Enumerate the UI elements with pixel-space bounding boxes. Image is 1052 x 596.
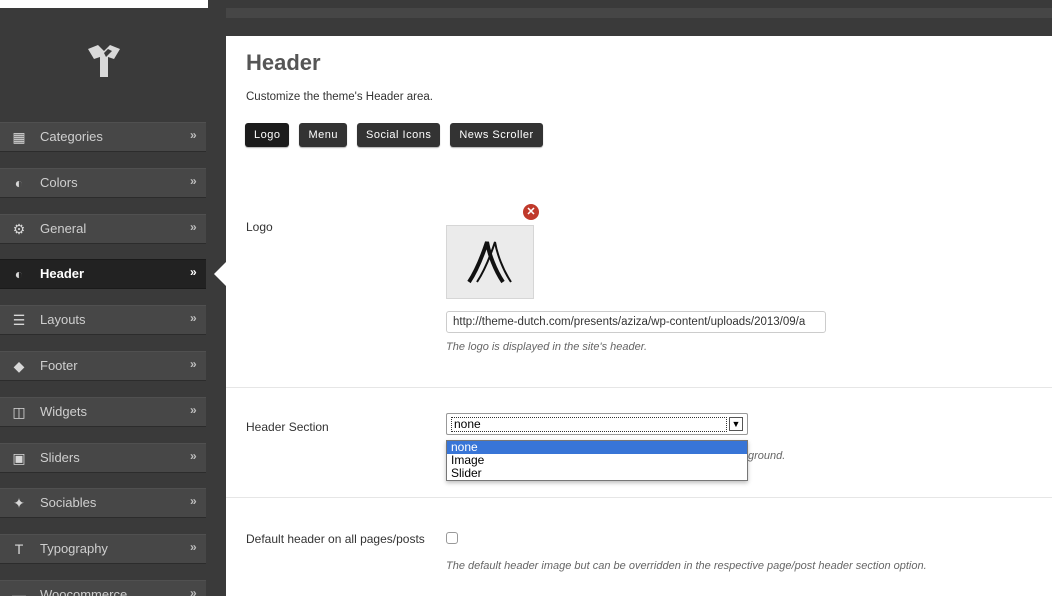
sidebar-item-label: Layouts	[40, 312, 86, 328]
divider	[226, 387, 1052, 388]
sidebar-item-label: Sociables	[40, 495, 97, 511]
logo-url-input[interactable]	[446, 311, 826, 333]
logo-image	[467, 241, 512, 284]
sidebar-item-bg	[0, 259, 206, 290]
sidebar-item-general[interactable]: ⚙ General »	[0, 208, 208, 254]
tab-social-icons[interactable]: Social Icons	[357, 123, 441, 147]
top-bar-edge	[208, 8, 1052, 18]
sidebar-item-colors[interactable]: ◐ Colors »	[0, 162, 208, 208]
sidebar-item-label: General	[40, 220, 87, 236]
sidebar-item-bg	[0, 167, 206, 198]
header-section-label: Header Section	[246, 420, 329, 434]
remove-logo-icon[interactable]: ✕	[523, 204, 539, 220]
sidebar-item-bg	[0, 350, 206, 381]
double-chevron-right-icon: »	[190, 356, 197, 371]
tag-icon: ◆	[13, 357, 25, 374]
double-chevron-right-icon: »	[190, 173, 197, 188]
page-description: Customize the theme's Header area.	[246, 91, 433, 103]
text-icon: T	[14, 541, 24, 558]
tab-logo[interactable]: Logo	[245, 123, 290, 147]
theme-logo	[0, 8, 208, 116]
header-section-hint: ground.	[748, 450, 786, 462]
sidebar-item-header[interactable]: ◐ Header »	[0, 253, 208, 299]
sidebar-item-footer[interactable]: ◆ Footer »	[0, 345, 208, 391]
top-bar	[208, 0, 1052, 36]
page-title: Header	[246, 50, 321, 75]
sidebar-item-bg	[0, 122, 206, 152]
sidebar-item-label: Sliders	[40, 449, 80, 465]
header-section-select[interactable]: none ▼	[446, 413, 748, 435]
chevron-down-icon[interactable]: ▼	[729, 417, 743, 431]
dropdown-option-none[interactable]: none	[447, 441, 747, 454]
sidebar-item-categories[interactable]: ▦ Categories »	[0, 116, 208, 162]
list-icon: ☰	[12, 312, 26, 329]
settings-panel: Header Customize the theme's Header area…	[226, 36, 1052, 596]
double-chevron-right-icon: »	[190, 540, 197, 555]
default-header-label: Default header on all pages/posts	[246, 532, 425, 546]
sidebar-item-label: Typography	[40, 541, 108, 557]
columns-icon: ◫	[12, 403, 26, 420]
logo-preview	[446, 225, 534, 299]
gutter	[208, 0, 226, 596]
double-chevron-right-icon: »	[190, 402, 197, 417]
half-circle-icon: ◐	[14, 174, 24, 191]
sidebar-item-sliders[interactable]: ▣ Sliders »	[0, 437, 208, 483]
sidebar-item-sociables[interactable]: ✦ Sociables »	[0, 482, 208, 528]
half-circle-icon: ◐	[14, 266, 24, 283]
logo-hint: The logo is displayed in the site's head…	[446, 341, 648, 353]
tab-menu[interactable]: Menu	[299, 123, 348, 147]
sidebar-item-label: Widgets	[40, 403, 87, 419]
sidebar-item-widgets[interactable]: ◫ Widgets »	[0, 391, 208, 437]
top-strip	[0, 0, 208, 8]
sidebar-item-bg	[0, 305, 206, 336]
sidebar-item-bg	[0, 396, 206, 427]
sidebar-item-layouts[interactable]: ☰ Layouts »	[0, 299, 208, 345]
sidebar-item-label: Footer	[40, 357, 78, 373]
tab-news-scroller[interactable]: News Scroller	[450, 123, 543, 147]
sidebar: ▦ Categories » ◐ Colors » ⚙ General » ◐ Header » ☰ La…	[0, 0, 208, 596]
default-header-checkbox[interactable]	[446, 532, 458, 544]
sidebar-item-label: Colors	[40, 174, 78, 190]
sidebar-nav: ▦ Categories » ◐ Colors » ⚙ General » ◐ Header » ☰ La…	[0, 116, 208, 596]
grid-icon: ▦	[12, 129, 26, 145]
select-value: none	[451, 417, 727, 432]
sidebar-item-bg	[0, 442, 206, 473]
gears-icon: ⚙	[12, 220, 26, 237]
double-chevron-right-icon: »	[190, 128, 197, 142]
theme-logo-icon	[88, 45, 120, 77]
double-chevron-right-icon: »	[190, 311, 197, 326]
active-pointer	[214, 262, 226, 286]
logo-label: Logo	[246, 220, 273, 234]
dropdown-option-image[interactable]: Image	[447, 454, 747, 467]
double-chevron-right-icon: »	[190, 219, 197, 234]
double-chevron-right-icon: »	[190, 265, 197, 280]
double-chevron-right-icon: »	[190, 494, 197, 509]
double-chevron-right-icon: »	[190, 585, 197, 596]
header-section-dropdown: none Image Slider	[446, 440, 748, 481]
sidebar-item-label: Woocommerce	[40, 586, 128, 596]
sidebar-item-label: Categories	[40, 129, 103, 144]
divider	[226, 497, 1052, 498]
double-chevron-right-icon: »	[190, 448, 197, 463]
sidebar-item-bg	[0, 488, 206, 519]
sidebar-item-typography[interactable]: T Typography »	[0, 528, 208, 574]
twitter-bird-icon: ✦	[13, 495, 25, 512]
image-icon: ▣	[12, 449, 26, 466]
dropdown-option-slider[interactable]: Slider	[447, 467, 747, 480]
cart-icon: ▬	[12, 586, 26, 596]
default-header-hint: The default header image but can be over…	[446, 560, 927, 572]
sidebar-item-label: Header	[40, 266, 85, 282]
section-tabs: Logo Menu Social Icons News Scroller	[245, 123, 543, 147]
sidebar-item-bg	[0, 213, 206, 244]
sidebar-item-woocommerce[interactable]: ▬ Woocommerce »	[0, 574, 208, 596]
